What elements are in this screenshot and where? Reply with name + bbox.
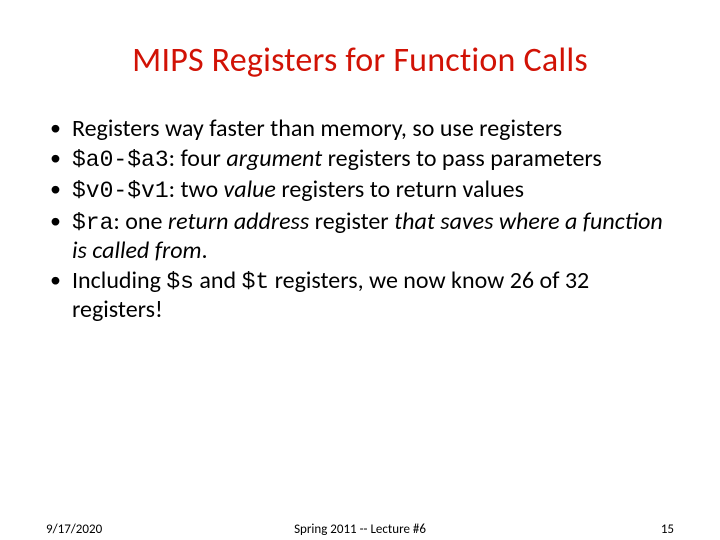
slide: MIPS Registers for Function Calls Regist… <box>0 0 720 540</box>
code-text: $s <box>166 269 194 295</box>
bullet-text: : two <box>169 175 224 204</box>
footer-course: Spring 2011 -- Lecture #6 <box>0 522 720 537</box>
bullet-text: registers to return values <box>276 175 524 204</box>
emphasis-text: return address <box>168 207 309 236</box>
bullet-text: Including <box>72 266 166 295</box>
code-text: $ra <box>72 210 113 236</box>
bullet-text: registers to pass parameters <box>322 144 602 173</box>
bullet-text: : four <box>169 144 227 173</box>
bullet-text: . <box>202 236 208 265</box>
code-text: $a0-$a3 <box>72 147 169 173</box>
code-text: $v0-$v1 <box>72 178 169 204</box>
footer-page: 15 <box>661 522 674 537</box>
bullet-text: and <box>194 266 242 295</box>
emphasis-text: value <box>224 175 276 204</box>
list-item: $ra: one return address register that sa… <box>50 208 678 265</box>
list-item: $a0-$a3: four argument registers to pass… <box>50 145 678 174</box>
emphasis-text: argument <box>226 144 322 173</box>
code-text: $t <box>242 269 270 295</box>
list-item: Registers way faster than memory, so use… <box>50 115 678 143</box>
list-item: $v0-$v1: two value registers to return v… <box>50 176 678 205</box>
bullet-list: Registers way faster than memory, so use… <box>42 115 678 324</box>
list-item: Including $s and $t registers, we now kn… <box>50 267 678 324</box>
bullet-text: Registers way faster than memory, so use… <box>72 114 562 143</box>
bullet-text: : one <box>113 207 167 236</box>
bullet-text: register <box>309 207 394 236</box>
page-title: MIPS Registers for Function Calls <box>42 40 678 81</box>
